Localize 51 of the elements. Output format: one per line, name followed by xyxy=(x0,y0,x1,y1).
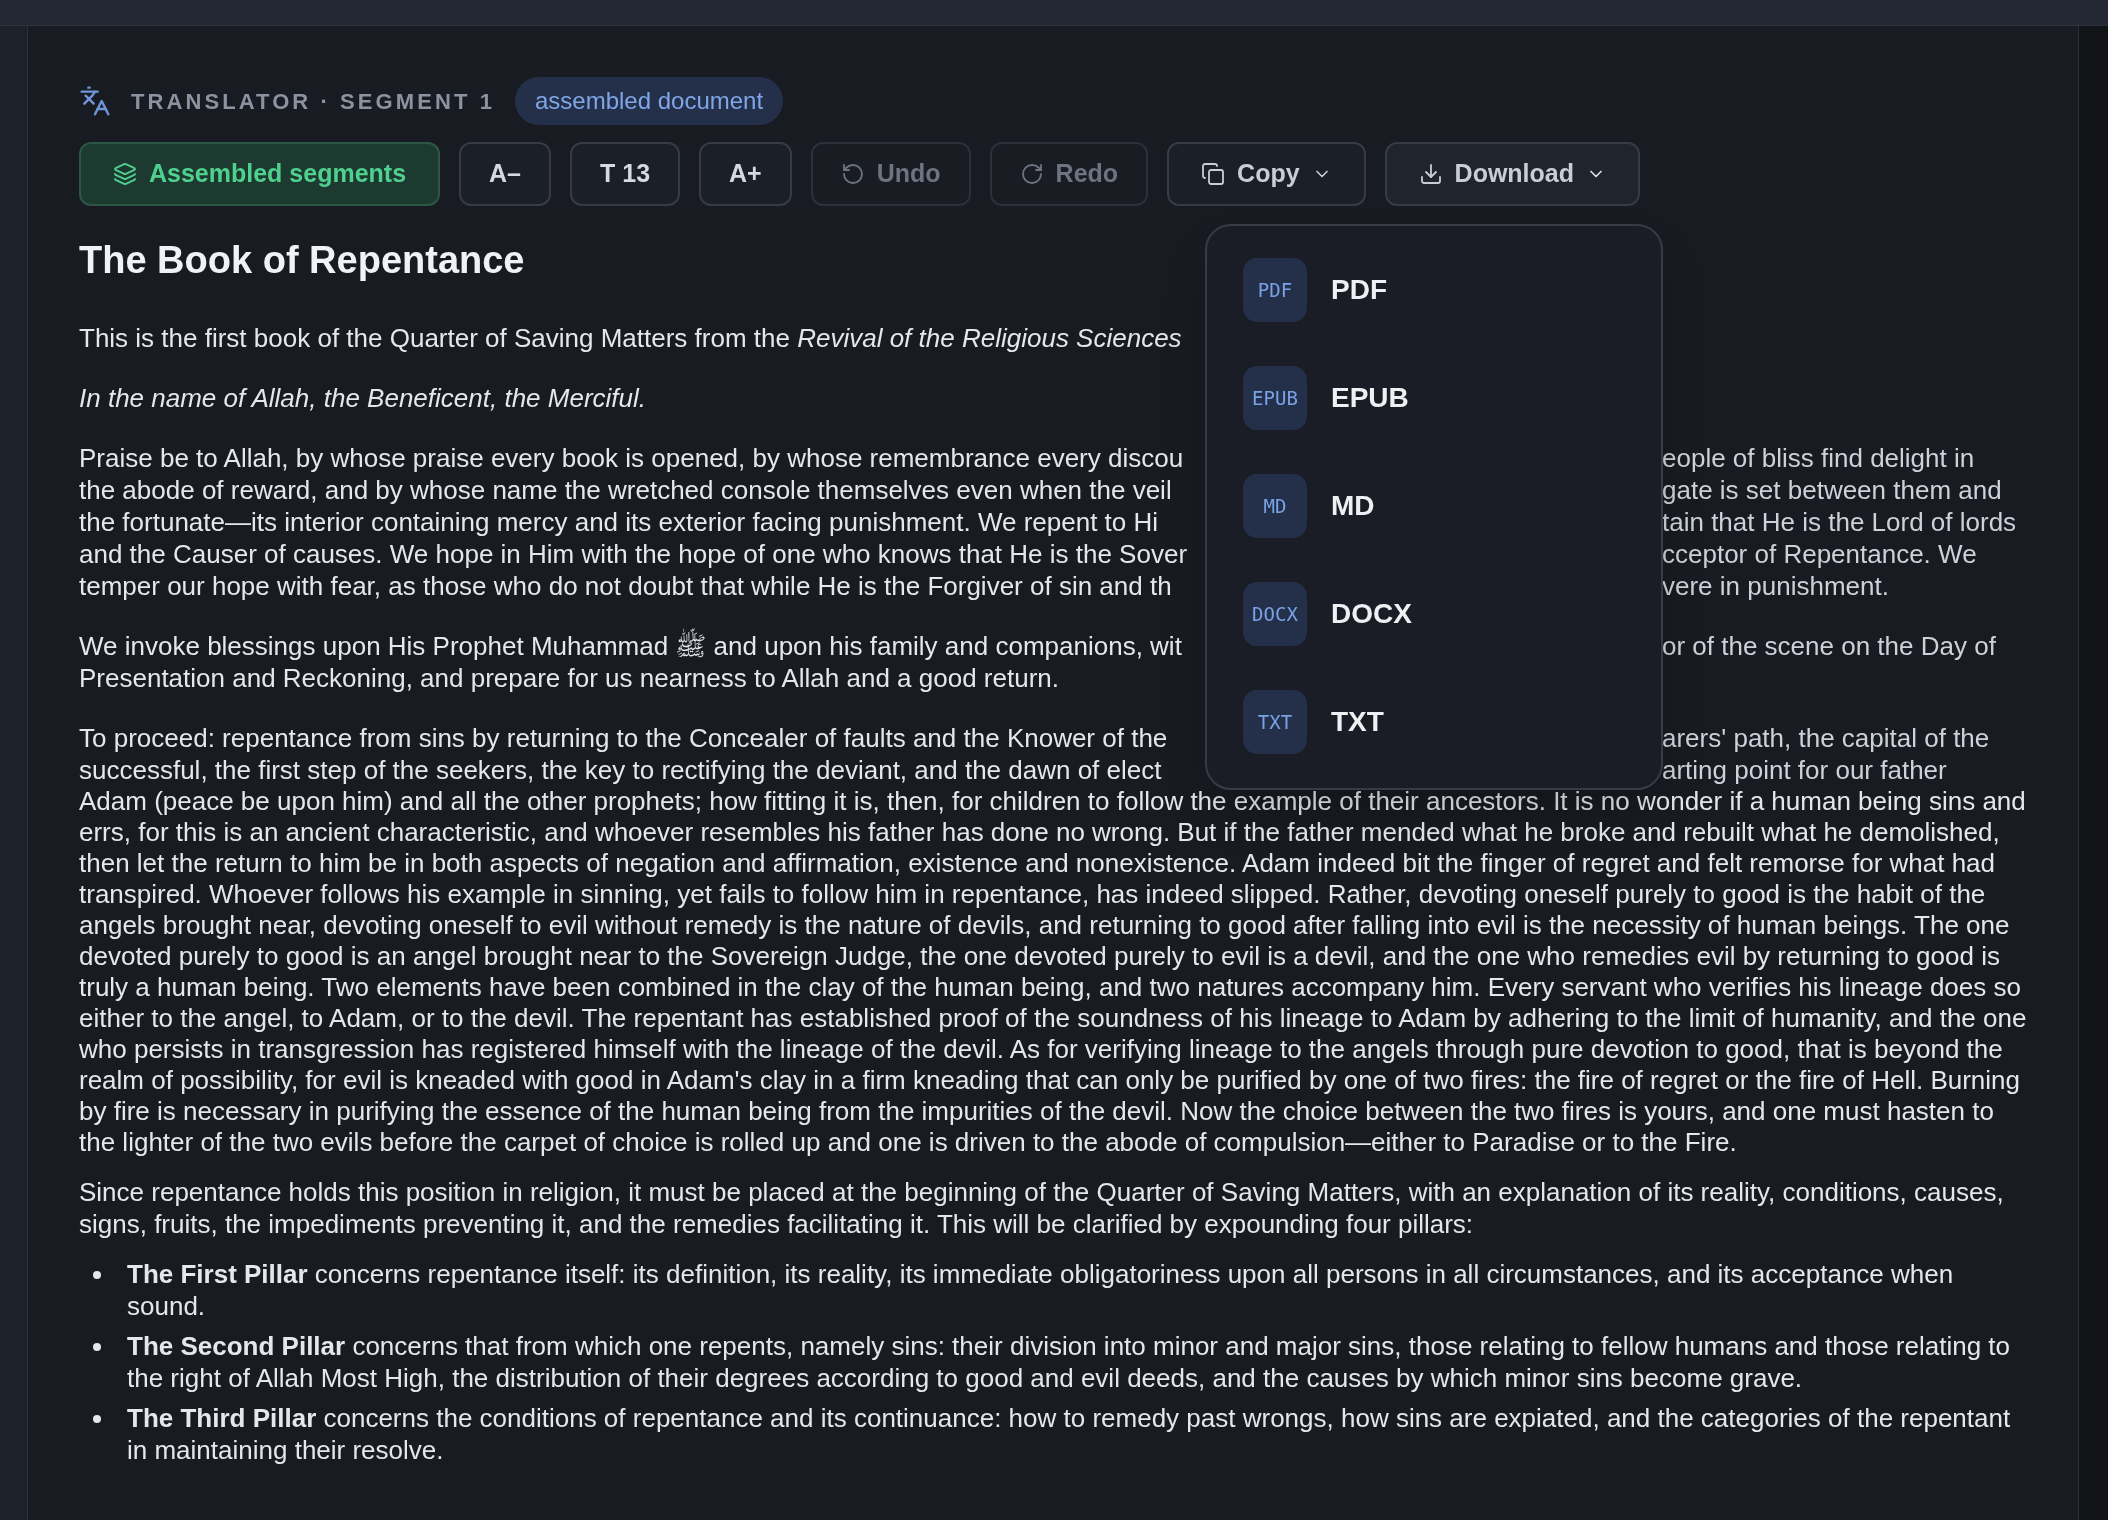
text-line: arers' path, the capital of the xyxy=(1662,723,1990,753)
copy-icon xyxy=(1201,162,1226,186)
menu-item[interactable]: PDF PDF xyxy=(1243,258,1625,322)
paragraph: Since repentance holds this position in religion, it must be placed at the beginning of the Quarter of Saving Matters, with an explanation of its reality, conditions, causes, signs, fruits, the impediments preventing it, and the remedies facilitating it. This will be clarified by expounding four pillars: xyxy=(79,1176,2005,1240)
text-line: temper our hope with fear, as those who do not doubt that while He is the Forgiver of sin and th xyxy=(79,571,1172,601)
redo-icon xyxy=(1019,162,1044,186)
text-line: the fortunate—its interior containing mercy and its exterior facing punishment. We repent to Hi xyxy=(79,507,1159,537)
text-line: Praise be to Allah, by whose praise every book is opened, by whose remembrance every discou xyxy=(79,443,1184,473)
format-tag: MD xyxy=(1243,474,1307,538)
list-item-text: The Third Pillar concerns the conditions of repentance and its continuance: how to remedy past wrongs, how sins are expiated, and the categories of the repentant in maintaining their resolve. xyxy=(127,1403,2011,1465)
menu-item[interactable]: TXT TXT xyxy=(1243,690,1625,754)
bullet-icon xyxy=(93,1343,101,1351)
undo-icon xyxy=(840,162,865,186)
list-item-text: The Second Pillar concerns that from which one repents, namely sins: their division into minor and major sins, those relating to fellow humans and those relating to the right of Allah Most High, the distribution of their degrees according to good and evil deeds, and the causes by which minor sins become grave. xyxy=(127,1331,2011,1393)
text-line: gate is set between them and xyxy=(1662,475,2002,505)
download-icon xyxy=(1418,162,1443,186)
bullet-icon xyxy=(93,1415,101,1423)
text-line: vere in punishment. xyxy=(1662,571,1889,601)
status-badge: assembled document xyxy=(514,77,784,125)
document-title: The Book of Repentance xyxy=(79,238,526,282)
text-line: To proceed: repentance from sins by returning to the Concealer of faults and the Knower of the xyxy=(79,723,1168,753)
list-item-text: The First Pillar concerns repentance itself: its definition, its reality, its immediate obligatoriness upon all persons in all circumstances, and its acceptance when sound. xyxy=(127,1259,1954,1321)
header-title: TRANSLATOR · SEGMENT 1 xyxy=(131,87,495,116)
bullet-icon xyxy=(93,1271,101,1279)
text-line: successful, the first step of the seekers, the key to rectifying the deviant, and the dawn of elect xyxy=(79,755,1162,785)
paragraph: Adam (peace be upon him) and all the other prophets; how fitting it is, then, for children to follow the example of their ancestors. It is no wonder if a human being sins and errs, for this is an ancient characteristic, and whoever resembles his father has done no wrong. But if the father mended what he broke and rebuilt what he demolished, then let the return to him be in both aspects of negation and affirmation, existence and nonexistence. Adam indeed bit the finger of regret and felt remorse for what had transpired. Whoever follows his example in sinning, yet fails to follow him in repentance, has indeed slipped. Rather, devoting oneself purely to good is the habit of the angels brought near, devoting oneself to evil without remedy is the nature of devils, and returning to good after falling into evil is the necessity of human beings. The one devoted purely to good is an angel brought near to the Sovereign Judge, the one devoted purely to evil is a devil, and the one who remedies evil by returning to good is truly a human being. Two elements have been combined in the clay of the human being, and two natures accompany him. Every servant who verifies his lineage does so either to the angel, to Adam, or to the devil. The repentant has established proof of the soundness of his lineage to Adam by adhering to the limit of humanity, and the one who persists in transgression has registered himself with the lineage of the devil. As for verifying lineage to the angels through pure devotion to good, that is beyond the realm of possibility, for evil is kneaded with good in Adam's clay in a firm kneading that can only be purified by one of two fires: the fire of regret or the fire of Hell. Burning by fire is necessary in purifying the essence of the human being from the impurities of the devil. Now the choice between the two fires is yours, and one must hasten to the lighter of the two evils before the carpet of choice is rolled up and one is driven to the abode of compulsion—either to Paradise or to the Fire. xyxy=(79,786,2028,1158)
text-line: tain that He is the Lord of lords xyxy=(1662,507,2017,537)
font-size-button[interactable]: A+ xyxy=(699,142,792,206)
text-line: eople of bliss find delight in xyxy=(1662,443,1975,473)
menu-item[interactable]: MD MD xyxy=(1243,474,1625,538)
copy-button[interactable]: Copy xyxy=(1167,142,1366,206)
font-size-button[interactable]: A– xyxy=(459,142,551,206)
format-tag: TXT xyxy=(1243,690,1307,754)
format-tag: DOCX xyxy=(1243,582,1307,646)
text-line: This is the first book of the Quarter of Saving Matters from the Revival of the Religious Sciences xyxy=(79,323,1182,353)
format-tag: EPUB xyxy=(1243,366,1307,430)
paragraph: In the name of Allah, the Beneficent, the Merciful. xyxy=(79,382,647,414)
download-button[interactable]: Download xyxy=(1384,142,1640,206)
text-line: arting point for our father xyxy=(1662,755,1947,785)
format-tag: PDF xyxy=(1243,258,1307,322)
text-line: cceptor of Repentance. We xyxy=(1662,539,1977,569)
toggle-button[interactable]: Assembled segments xyxy=(79,142,441,206)
text-line: and the Causer of causes. We hope in Him with the hope of one who knows that He is the Sover xyxy=(79,539,1188,569)
font-size-button[interactable]: T 13 xyxy=(570,142,681,206)
menu-item[interactable]: DOCX DOCX xyxy=(1243,582,1625,646)
menu-item[interactable]: EPUB EPUB xyxy=(1243,366,1625,430)
text-line: or of the scene on the Day of xyxy=(1662,631,1996,661)
text-line: the abode of reward, and by whose name the wretched console themselves even when the veil xyxy=(79,475,1172,505)
paragraph: Presentation and Reckoning, and prepare for us nearness to Allah and a good return. xyxy=(79,662,1059,694)
layers-icon xyxy=(113,162,137,186)
translate-icon xyxy=(79,85,111,117)
